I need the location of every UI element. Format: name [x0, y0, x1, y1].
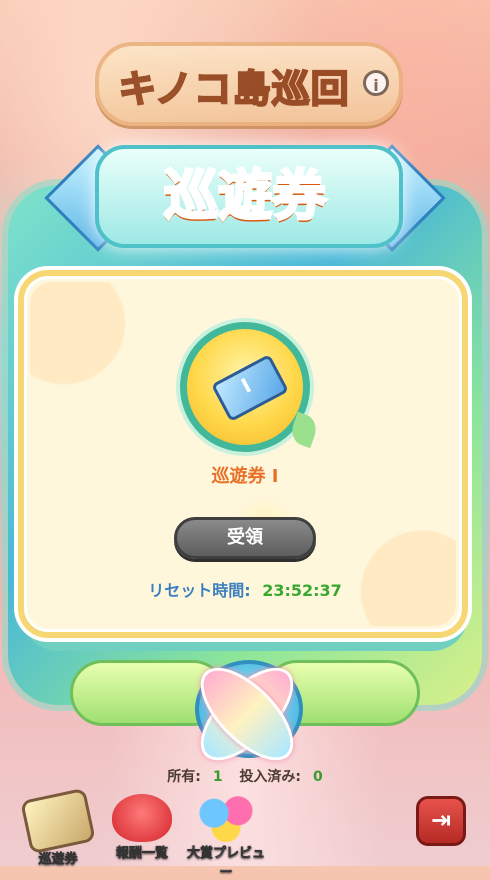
nav-item-tickets[interactable]: 巡遊券 [18, 787, 98, 868]
nav-item-grand-prize[interactable]: 大賞プレビュー [186, 788, 266, 880]
nav-label: 報酬一覧 [115, 846, 169, 862]
close-petal [185, 652, 309, 776]
ticket-icon [20, 787, 96, 855]
nav-label: 巡遊券 [38, 852, 78, 868]
exit-icon[interactable]: ⇥ [416, 796, 466, 846]
owned-value: 1 [212, 769, 223, 785]
claim-button[interactable]: 受領 [174, 517, 316, 559]
status-row: 所有: 1 投入済み: 0 [0, 766, 490, 786]
ticket-banner: 巡遊券 [44, 135, 446, 252]
reset-time: 23:52:37 [262, 581, 342, 600]
invest-label: 投入済み: [239, 769, 302, 785]
owned-label: 所有: [167, 769, 201, 785]
nav-label: 大賞プレビュー [186, 846, 266, 880]
page-title: キノコ島巡回 [117, 66, 350, 112]
info-icon[interactable]: i [363, 70, 389, 96]
ticket-icon [211, 353, 289, 423]
title-plate: キノコ島巡回 i [95, 42, 403, 126]
reset-timer: リセット時間: 23:52:37 [0, 577, 490, 601]
heart-icon [112, 794, 172, 842]
banner-title: 巡遊券 [163, 163, 328, 229]
reward-name: 巡遊券 I [211, 466, 279, 487]
invest-value: 0 [313, 769, 323, 785]
balloon-icon [196, 794, 256, 842]
reward-coin [180, 322, 310, 452]
close-icon[interactable] [185, 652, 309, 776]
reset-label: リセット時間: [148, 581, 251, 600]
nav-item-rewards[interactable]: 報酬一覧 [102, 788, 182, 866]
